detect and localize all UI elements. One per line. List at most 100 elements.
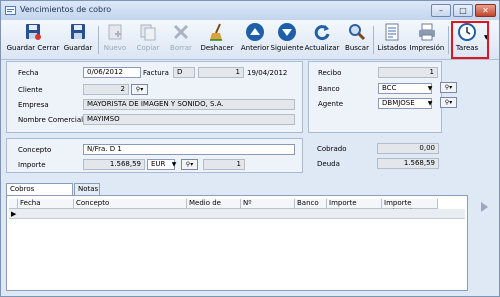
toolbar-separator bbox=[373, 26, 374, 54]
nuevo-label: Nuevo bbox=[103, 44, 127, 52]
nombre-comercial-field: MAYIMSO bbox=[83, 114, 295, 125]
listados-label: Listados bbox=[377, 44, 407, 52]
guardar-cerrar-button[interactable]: Guardar Cerrar bbox=[5, 22, 61, 58]
copiar-button[interactable]: Copiar bbox=[133, 22, 163, 58]
banco-label: Banco bbox=[318, 85, 340, 93]
printer-icon bbox=[419, 23, 435, 41]
search-icon: ⚲▾ bbox=[444, 99, 453, 106]
buscar-label: Buscar bbox=[345, 44, 369, 52]
app-icon bbox=[5, 6, 16, 15]
banco-select[interactable]: BCC bbox=[378, 83, 432, 94]
importe-label: Importe bbox=[18, 161, 46, 169]
close-button[interactable]: ✕ bbox=[475, 4, 496, 17]
actualizar-button[interactable]: Actualizar bbox=[304, 22, 340, 58]
copy-icon bbox=[140, 24, 156, 41]
chevron-down-icon[interactable]: ▼ bbox=[170, 159, 178, 170]
table-row[interactable]: ▶ bbox=[9, 209, 465, 219]
nombre-comercial-label: Nombre Comercial bbox=[18, 116, 84, 124]
concepto-panel: Concepto N/Fra. D 1 Importe 1.568,59 EUR… bbox=[6, 138, 303, 173]
window-title: Vencimientos de cobro bbox=[20, 5, 112, 14]
toolbar: Guardar Cerrar Guardar Nuevo Copiar Borr… bbox=[1, 20, 499, 60]
toolbar-separator bbox=[448, 26, 449, 54]
concepto-input[interactable]: N/Fra. D 1 bbox=[83, 144, 295, 155]
cliente-label: Cliente bbox=[18, 86, 43, 94]
factura-serie-field: D bbox=[173, 67, 195, 78]
banco-picker-button[interactable]: ⚲▾ bbox=[440, 82, 457, 93]
empresa-label: Empresa bbox=[18, 101, 49, 109]
anterior-label: Anterior bbox=[240, 44, 270, 52]
column-header-documento[interactable]: Nº Documento bbox=[241, 199, 295, 216]
arrow-up-icon bbox=[246, 23, 264, 41]
window: Vencimientos de cobro – □ ✕ Guardar Cerr… bbox=[0, 0, 500, 297]
siguiente-button[interactable]: Siguiente bbox=[270, 22, 304, 58]
cobrado-label: Cobrado bbox=[317, 145, 347, 153]
recibo-panel: Recibo 1 Banco BCC ▼ Agente DBMJOSE ▼ bbox=[308, 61, 442, 133]
arrow-down-icon bbox=[278, 23, 296, 41]
chevron-down-icon[interactable]: ▼ bbox=[426, 83, 434, 94]
fecha-input[interactable]: 0/06/2012 bbox=[83, 67, 141, 78]
refresh-icon bbox=[314, 25, 330, 41]
currency-picker-button[interactable]: ⚲▾ bbox=[181, 159, 198, 170]
deuda-label: Deuda bbox=[317, 160, 340, 168]
column-header-concepto[interactable]: Concepto bbox=[74, 199, 187, 209]
close-icon: ✕ bbox=[482, 6, 489, 15]
row-pointer-icon: ▶ bbox=[11, 210, 17, 218]
cliente-field: 2 bbox=[83, 84, 129, 95]
borrar-label: Borrar bbox=[170, 44, 192, 52]
tab-notas[interactable]: Notas bbox=[74, 183, 100, 195]
anterior-button[interactable]: Anterior bbox=[239, 22, 271, 58]
minimize-icon: – bbox=[439, 6, 443, 15]
actualizar-label: Actualizar bbox=[304, 44, 340, 52]
importe-extra-field: 1 bbox=[203, 159, 245, 170]
factura-label: Factura bbox=[143, 69, 169, 77]
importe-field: 1.568,59 bbox=[83, 159, 145, 170]
concepto-label: Concepto bbox=[18, 146, 52, 154]
delete-icon bbox=[173, 24, 189, 40]
cobrado-field: 0,00 bbox=[377, 143, 439, 154]
recibo-label: Recibo bbox=[318, 69, 342, 77]
floppy-close-icon bbox=[26, 24, 41, 40]
impresion-label: Impresión bbox=[409, 44, 445, 52]
guardar-cerrar-label: Guardar Cerrar bbox=[6, 44, 60, 52]
impresion-button[interactable]: Impresión bbox=[408, 22, 446, 58]
deshacer-label: Deshacer bbox=[200, 44, 234, 52]
floppy-icon bbox=[71, 24, 85, 39]
search-icon: ⚲▾ bbox=[444, 84, 453, 91]
buscar-button[interactable]: Buscar bbox=[343, 22, 371, 58]
column-header-medio-de-pago[interactable]: Medio de Pago bbox=[187, 199, 241, 216]
title-bar: Vencimientos de cobro – □ ✕ bbox=[1, 1, 499, 20]
search-icon: ⚲▾ bbox=[135, 86, 144, 93]
column-header-banco[interactable]: Banco bbox=[295, 199, 327, 209]
column-header-fecha[interactable]: Fecha bbox=[18, 199, 74, 209]
maximize-icon: □ bbox=[459, 6, 467, 15]
deshacer-button[interactable]: Deshacer bbox=[199, 22, 235, 58]
column-header-importe[interactable]: Importe bbox=[327, 199, 382, 209]
siguiente-label: Siguiente bbox=[270, 44, 304, 52]
fecha-label: Fecha bbox=[18, 69, 39, 77]
copiar-label: Copiar bbox=[136, 44, 160, 52]
column-header-importe-asignado[interactable]: Importe Asignado bbox=[382, 199, 438, 216]
row-selector-header bbox=[9, 199, 18, 209]
maximize-button[interactable]: □ bbox=[453, 4, 473, 17]
undo-broom-icon bbox=[210, 23, 222, 41]
search-icon bbox=[349, 24, 366, 41]
expand-panel-icon[interactable] bbox=[481, 202, 488, 212]
factura-numero-field: 1 bbox=[198, 67, 244, 78]
nuevo-button[interactable]: Nuevo bbox=[101, 22, 129, 58]
guardar-button[interactable]: Guardar bbox=[61, 22, 95, 58]
guardar-label: Guardar bbox=[63, 44, 93, 52]
empresa-field: MAYORISTA DE IMAGEN Y SONIDO, S.A. bbox=[83, 99, 295, 110]
borrar-button[interactable]: Borrar bbox=[167, 22, 195, 58]
listados-button[interactable]: Listados bbox=[376, 22, 408, 58]
agente-select[interactable]: DBMJOSE bbox=[378, 98, 432, 109]
cliente-picker-button[interactable]: ⚲▾ bbox=[131, 84, 148, 95]
minimize-button[interactable]: – bbox=[431, 4, 451, 17]
agente-picker-button[interactable]: ⚲▾ bbox=[440, 97, 457, 108]
chevron-down-icon[interactable]: ▼ bbox=[426, 98, 434, 109]
list-icon bbox=[385, 23, 399, 41]
recibo-field: 1 bbox=[378, 67, 438, 78]
tareas-highlight bbox=[451, 21, 489, 59]
deuda-field: 1.568,59 bbox=[377, 158, 439, 169]
new-document-icon bbox=[108, 24, 122, 40]
invoice-panel: Fecha 0/06/2012 Factura D 1 19/04/2012 C… bbox=[6, 61, 303, 133]
